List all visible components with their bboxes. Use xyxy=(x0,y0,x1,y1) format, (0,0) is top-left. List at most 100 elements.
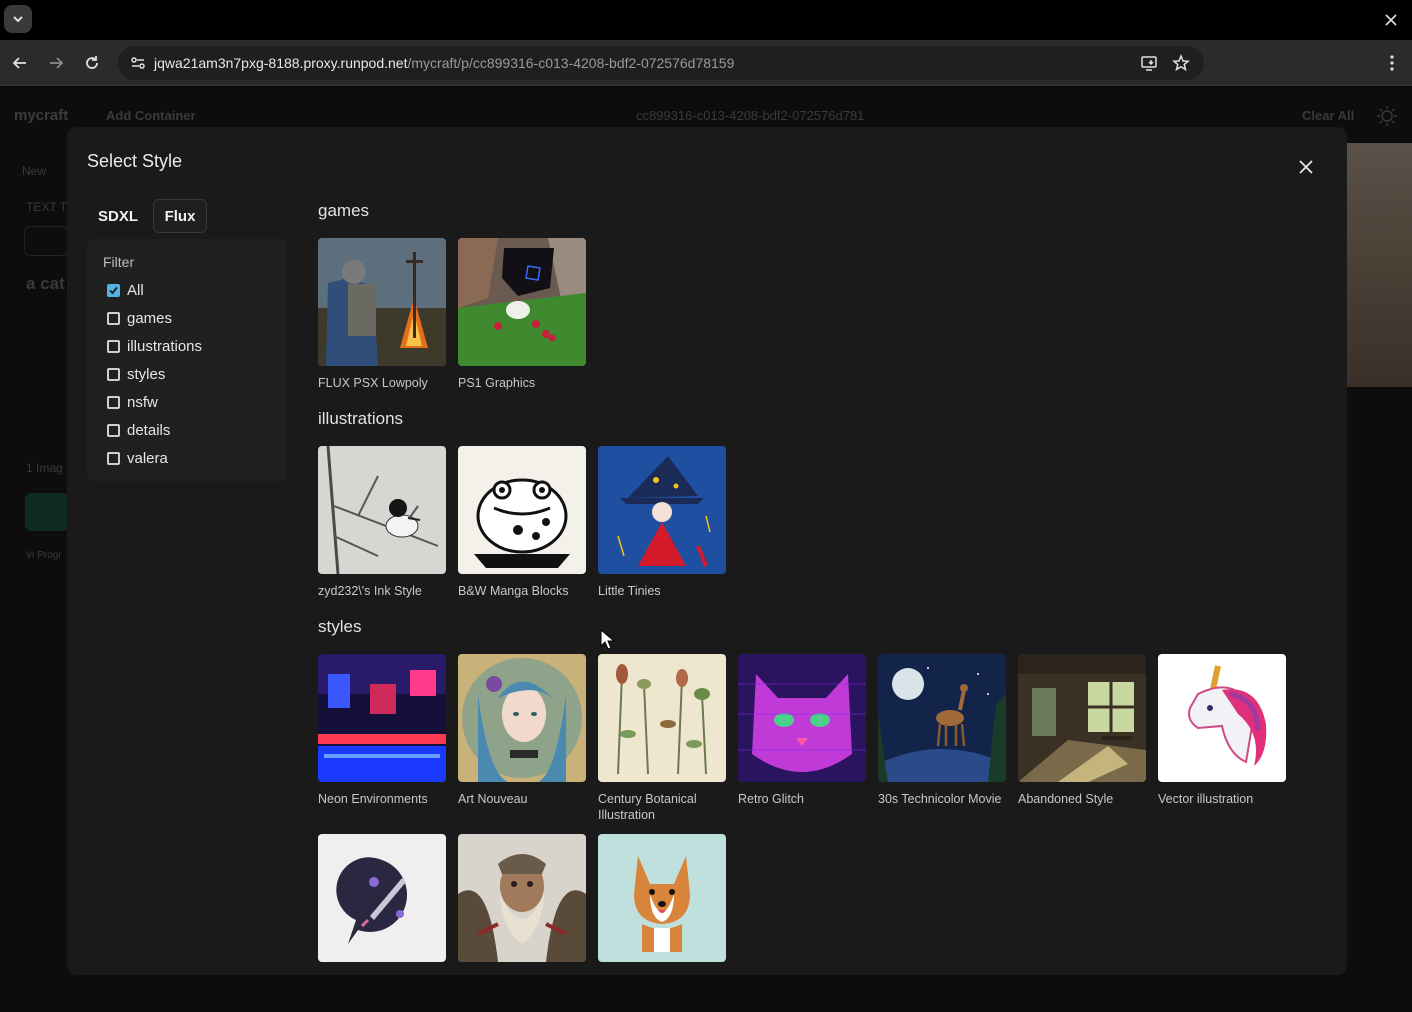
style-thumbnail[interactable] xyxy=(458,446,586,574)
close-icon xyxy=(1299,160,1313,174)
style-label: Abandoned Style xyxy=(1018,792,1114,806)
select-style-modal: Select Style SDXL Flux Filter All games … xyxy=(67,127,1347,975)
filter-illustrations[interactable]: illustrations xyxy=(107,335,202,357)
style-thumbnail[interactable] xyxy=(318,446,446,574)
tab-sdxl[interactable]: SDXL xyxy=(87,199,149,233)
checkbox-checked-icon[interactable] xyxy=(107,283,120,297)
filter-panel: Filter All games illustrations styles ns… xyxy=(87,239,287,481)
checkbox-icon[interactable] xyxy=(107,339,120,353)
filter-label: illustrations xyxy=(127,337,203,355)
arrow-left-icon xyxy=(12,57,26,69)
style-card[interactable]: 30s Technicolor Movie xyxy=(878,654,1006,807)
style-label: Neon Environments xyxy=(318,792,428,806)
filter-styles[interactable]: styles xyxy=(107,363,165,385)
style-thumbnail[interactable] xyxy=(458,654,586,782)
style-card[interactable]: Century Botanical Illustration xyxy=(598,654,726,823)
style-label: zyd232\'s Ink Style xyxy=(318,584,422,598)
style-thumbnail[interactable] xyxy=(458,238,586,366)
side-text-label: TEXT T xyxy=(26,200,67,214)
filter-games[interactable]: games xyxy=(107,307,172,329)
style-thumbnail[interactable] xyxy=(598,654,726,782)
app-brand: mycraft xyxy=(14,107,69,124)
style-label: Vector illustration xyxy=(1158,792,1254,806)
style-card[interactable]: Retro Glitch xyxy=(738,654,866,807)
style-thumbnail[interactable] xyxy=(878,654,1006,782)
style-thumbnail[interactable] xyxy=(598,834,726,962)
tab-flux[interactable]: Flux xyxy=(153,199,207,233)
style-label: 30s Technicolor Movie xyxy=(878,792,1002,806)
add-container-link[interactable]: Add Container xyxy=(106,108,196,123)
filter-title: Filter xyxy=(103,254,135,270)
filter-label: details xyxy=(127,421,171,439)
site-info-icon[interactable] xyxy=(126,51,150,75)
style-thumbnail[interactable] xyxy=(318,238,446,366)
address-bar[interactable]: jqwa21am3n7pxg-8188.proxy.runpod.net/myc… xyxy=(118,46,1204,80)
style-thumbnail[interactable] xyxy=(598,446,726,574)
style-card[interactable]: FLUX PSX Lowpoly xyxy=(318,238,446,391)
style-label: Art Nouveau xyxy=(458,792,528,806)
chevron-down-icon xyxy=(13,16,23,23)
style-card[interactable]: zyd232\'s Ink Style xyxy=(318,446,446,599)
style-card[interactable]: Little Tinies xyxy=(598,446,726,599)
style-card[interactable]: Vector illustration xyxy=(1158,654,1286,807)
style-card[interactable] xyxy=(458,834,586,971)
back-button[interactable] xyxy=(8,51,32,75)
window-close-button[interactable] xyxy=(1380,9,1402,31)
checkbox-icon[interactable] xyxy=(107,423,120,437)
style-card[interactable] xyxy=(318,834,446,971)
reload-icon xyxy=(86,56,98,69)
modal-close-button[interactable] xyxy=(1294,155,1318,179)
style-thumbnail[interactable] xyxy=(738,654,866,782)
filter-label: All xyxy=(127,281,144,299)
reload-button[interactable] xyxy=(80,51,104,75)
clear-all-button[interactable]: Clear All xyxy=(1302,108,1354,123)
browser-menu-button[interactable] xyxy=(1380,51,1404,75)
style-thumbnail[interactable] xyxy=(1018,654,1146,782)
style-thumbnail[interactable] xyxy=(458,834,586,962)
theme-toggle-icon[interactable] xyxy=(1376,105,1398,132)
forward-button[interactable] xyxy=(44,51,68,75)
style-card[interactable]: B&W Manga Blocks xyxy=(458,446,586,599)
section-title-games: games xyxy=(318,201,370,220)
url-host: jqwa21am3n7pxg-8188.proxy.runpod.net xyxy=(154,55,408,71)
filter-details[interactable]: details xyxy=(107,419,170,441)
modal-title: Select Style xyxy=(87,151,183,171)
section-title-illustrations: illustrations xyxy=(318,409,404,428)
more-vertical-icon xyxy=(1390,55,1394,71)
filter-all[interactable]: All xyxy=(107,279,144,301)
background-preview-image xyxy=(1346,143,1412,387)
style-thumbnail[interactable] xyxy=(318,654,446,782)
style-label: Retro Glitch xyxy=(738,792,804,806)
side-prompt-text: a cat xyxy=(26,274,65,293)
filter-label: games xyxy=(127,309,173,327)
section-title-styles: styles xyxy=(318,617,362,636)
side-new-label: New xyxy=(22,164,47,178)
arrow-right-icon xyxy=(50,57,64,69)
side-input-box xyxy=(24,226,68,256)
style-label: FLUX PSX Lowpoly xyxy=(318,376,428,390)
checkbox-icon[interactable] xyxy=(107,367,120,381)
filter-label: valera xyxy=(127,449,168,467)
style-label: B&W Manga Blocks xyxy=(458,584,569,598)
browser-tab-bar xyxy=(0,0,1412,40)
style-card[interactable] xyxy=(598,834,726,971)
checkbox-icon[interactable] xyxy=(107,311,120,325)
style-label: PS1 Graphics xyxy=(458,376,536,390)
style-thumbnail[interactable] xyxy=(1158,654,1286,782)
install-app-icon[interactable] xyxy=(1138,52,1160,74)
side-generate-button[interactable] xyxy=(25,493,69,531)
style-card[interactable]: Abandoned Style xyxy=(1018,654,1146,807)
style-card[interactable]: Neon Environments xyxy=(318,654,446,807)
bookmark-star-icon[interactable] xyxy=(1170,52,1192,74)
filter-label: nsfw xyxy=(127,393,158,411)
checkbox-icon[interactable] xyxy=(107,451,120,465)
style-thumbnail[interactable] xyxy=(318,834,446,962)
mouse-cursor-icon xyxy=(600,629,616,650)
filter-nsfw[interactable]: nsfw xyxy=(107,391,158,413)
filter-valera[interactable]: valera xyxy=(107,447,168,469)
style-card[interactable]: Art Nouveau xyxy=(458,654,586,807)
tab-search-button[interactable] xyxy=(4,5,32,33)
style-card[interactable]: PS1 Graphics xyxy=(458,238,586,391)
checkbox-icon[interactable] xyxy=(107,395,120,409)
url-path: /mycraft/p/cc899316-c013-4208-bdf2-07257… xyxy=(407,55,735,71)
